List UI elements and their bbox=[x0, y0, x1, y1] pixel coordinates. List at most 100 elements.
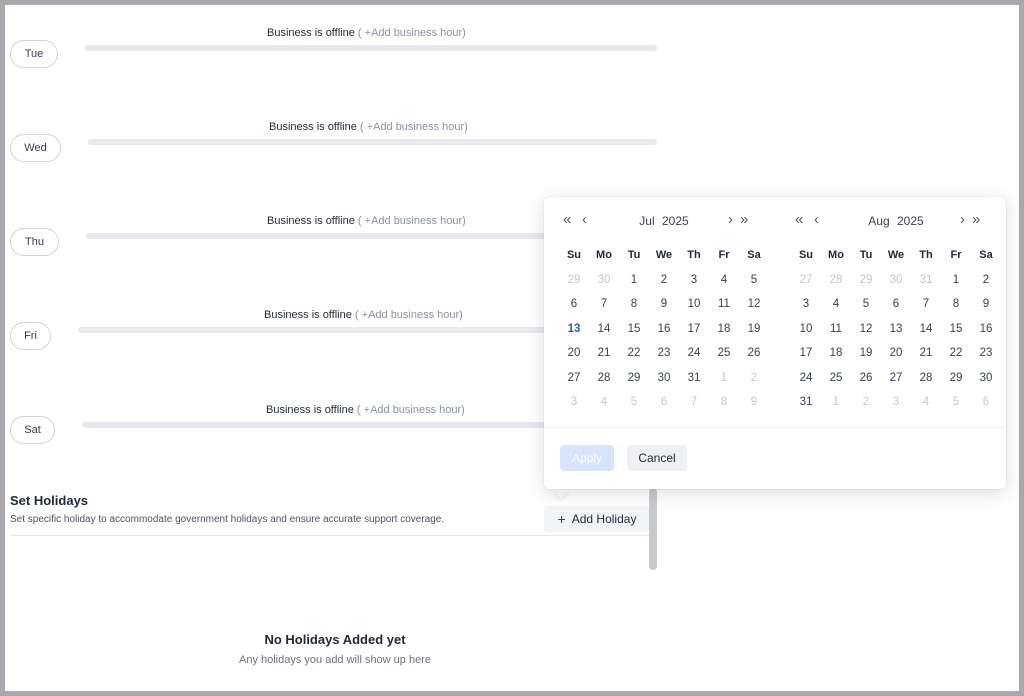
calendar-day[interactable]: 3 bbox=[679, 268, 709, 293]
calendar-day[interactable]: 15 bbox=[941, 317, 971, 342]
calendar-day[interactable]: 12 bbox=[739, 292, 769, 317]
calendar-day[interactable]: 30 bbox=[971, 366, 1001, 391]
calendar-day[interactable]: 9 bbox=[971, 292, 1001, 317]
calendar-day[interactable]: 17 bbox=[791, 341, 821, 366]
calendar-day[interactable]: 6 bbox=[971, 390, 1001, 415]
calendar-day[interactable]: 29 bbox=[559, 268, 589, 293]
calendar-day[interactable]: 1 bbox=[709, 366, 739, 391]
calendar-day[interactable]: 13 bbox=[881, 317, 911, 342]
calendar-day[interactable]: 1 bbox=[941, 268, 971, 293]
calendar-day[interactable]: 30 bbox=[881, 268, 911, 293]
calendar-day[interactable]: 20 bbox=[881, 341, 911, 366]
day-pill-sat[interactable]: Sat bbox=[10, 416, 55, 444]
add-holiday-button[interactable]: + Add Holiday bbox=[544, 506, 650, 532]
calendar-day[interactable]: 25 bbox=[709, 341, 739, 366]
calendar-day[interactable]: 29 bbox=[851, 268, 881, 293]
month-label[interactable]: Jul bbox=[639, 214, 654, 228]
add-business-hour-link[interactable]: ( +Add business hour) bbox=[360, 121, 468, 133]
calendar-day[interactable]: 27 bbox=[559, 366, 589, 391]
calendar-day[interactable]: 5 bbox=[851, 292, 881, 317]
calendar-day[interactable]: 14 bbox=[911, 317, 941, 342]
calendar-day[interactable]: 12 bbox=[851, 317, 881, 342]
calendar-day[interactable]: 24 bbox=[679, 341, 709, 366]
calendar-day[interactable]: 9 bbox=[649, 292, 679, 317]
calendar-day[interactable]: 26 bbox=[739, 341, 769, 366]
calendar-day[interactable]: 11 bbox=[709, 292, 739, 317]
calendar-day[interactable]: 27 bbox=[881, 366, 911, 391]
calendar-day[interactable]: 2 bbox=[851, 390, 881, 415]
calendar-day[interactable]: 10 bbox=[679, 292, 709, 317]
calendar-day[interactable]: 17 bbox=[679, 317, 709, 342]
calendar-day[interactable]: 2 bbox=[971, 268, 1001, 293]
calendar-day[interactable]: 15 bbox=[619, 317, 649, 342]
calendar-day[interactable]: 13 bbox=[559, 317, 589, 342]
calendar-day[interactable]: 4 bbox=[911, 390, 941, 415]
calendar-day[interactable]: 14 bbox=[589, 317, 619, 342]
calendar-day[interactable]: 7 bbox=[679, 390, 709, 415]
calendar-day[interactable]: 18 bbox=[821, 341, 851, 366]
calendar-day[interactable]: 16 bbox=[971, 317, 1001, 342]
apply-button[interactable]: Apply bbox=[560, 445, 614, 471]
calendar-day[interactable]: 4 bbox=[589, 390, 619, 415]
calendar-day[interactable]: 21 bbox=[589, 341, 619, 366]
calendar-day[interactable]: 20 bbox=[559, 341, 589, 366]
calendar-day[interactable]: 31 bbox=[911, 268, 941, 293]
calendar-day[interactable]: 29 bbox=[619, 366, 649, 391]
calendar-day[interactable]: 7 bbox=[589, 292, 619, 317]
calendar-day[interactable]: 7 bbox=[911, 292, 941, 317]
calendar-day[interactable]: 11 bbox=[821, 317, 851, 342]
add-business-hour-link[interactable]: ( +Add business hour) bbox=[358, 27, 466, 39]
cancel-button[interactable]: Cancel bbox=[627, 445, 687, 471]
calendar-day[interactable]: 4 bbox=[821, 292, 851, 317]
calendar-day[interactable]: 23 bbox=[971, 341, 1001, 366]
calendar-day[interactable]: 2 bbox=[739, 366, 769, 391]
calendar-day[interactable]: 3 bbox=[559, 390, 589, 415]
add-business-hour-link[interactable]: ( +Add business hour) bbox=[355, 309, 463, 321]
calendar-day[interactable]: 10 bbox=[791, 317, 821, 342]
next-month-icon[interactable]: › bbox=[728, 211, 733, 228]
month-label[interactable]: Aug bbox=[868, 214, 889, 228]
day-pill-tue[interactable]: Tue bbox=[10, 40, 58, 68]
calendar-day[interactable]: 1 bbox=[619, 268, 649, 293]
calendar-day[interactable]: 8 bbox=[619, 292, 649, 317]
calendar-day[interactable]: 1 bbox=[821, 390, 851, 415]
calendar-day[interactable]: 28 bbox=[821, 268, 851, 293]
calendar-day[interactable]: 8 bbox=[709, 390, 739, 415]
day-pill-wed[interactable]: Wed bbox=[10, 134, 61, 162]
day-pill-thu[interactable]: Thu bbox=[10, 228, 59, 256]
calendar-day[interactable]: 23 bbox=[649, 341, 679, 366]
calendar-day[interactable]: 18 bbox=[709, 317, 739, 342]
calendar-day[interactable]: 3 bbox=[881, 390, 911, 415]
calendar-day[interactable]: 29 bbox=[941, 366, 971, 391]
year-label[interactable]: 2025 bbox=[897, 214, 924, 228]
next-year-icon[interactable]: » bbox=[972, 211, 980, 228]
add-business-hour-link[interactable]: ( +Add business hour) bbox=[357, 404, 465, 416]
calendar-day[interactable]: 31 bbox=[791, 390, 821, 415]
calendar-day[interactable]: 4 bbox=[709, 268, 739, 293]
calendar-day[interactable]: 5 bbox=[619, 390, 649, 415]
calendar-day[interactable]: 2 bbox=[649, 268, 679, 293]
calendar-day[interactable]: 5 bbox=[941, 390, 971, 415]
calendar-day[interactable]: 24 bbox=[791, 366, 821, 391]
calendar-day[interactable]: 22 bbox=[941, 341, 971, 366]
calendar-day[interactable]: 5 bbox=[739, 268, 769, 293]
calendar-day[interactable]: 25 bbox=[821, 366, 851, 391]
calendar-day[interactable]: 30 bbox=[589, 268, 619, 293]
next-month-icon[interactable]: › bbox=[960, 211, 965, 228]
day-pill-fri[interactable]: Fri bbox=[10, 322, 51, 350]
calendar-day[interactable]: 8 bbox=[941, 292, 971, 317]
calendar-day[interactable]: 31 bbox=[679, 366, 709, 391]
add-business-hour-link[interactable]: ( +Add business hour) bbox=[358, 215, 466, 227]
scrollbar[interactable] bbox=[649, 488, 657, 570]
calendar-day[interactable]: 28 bbox=[589, 366, 619, 391]
prev-month-icon[interactable]: ‹ bbox=[814, 211, 819, 228]
calendar-day[interactable]: 6 bbox=[649, 390, 679, 415]
calendar-day[interactable]: 26 bbox=[851, 366, 881, 391]
calendar-day[interactable]: 22 bbox=[619, 341, 649, 366]
calendar-day[interactable]: 19 bbox=[739, 317, 769, 342]
next-year-icon[interactable]: » bbox=[740, 211, 748, 228]
calendar-day[interactable]: 27 bbox=[791, 268, 821, 293]
calendar-day[interactable]: 3 bbox=[791, 292, 821, 317]
year-label[interactable]: 2025 bbox=[662, 214, 689, 228]
prev-year-icon[interactable]: « bbox=[795, 211, 803, 228]
